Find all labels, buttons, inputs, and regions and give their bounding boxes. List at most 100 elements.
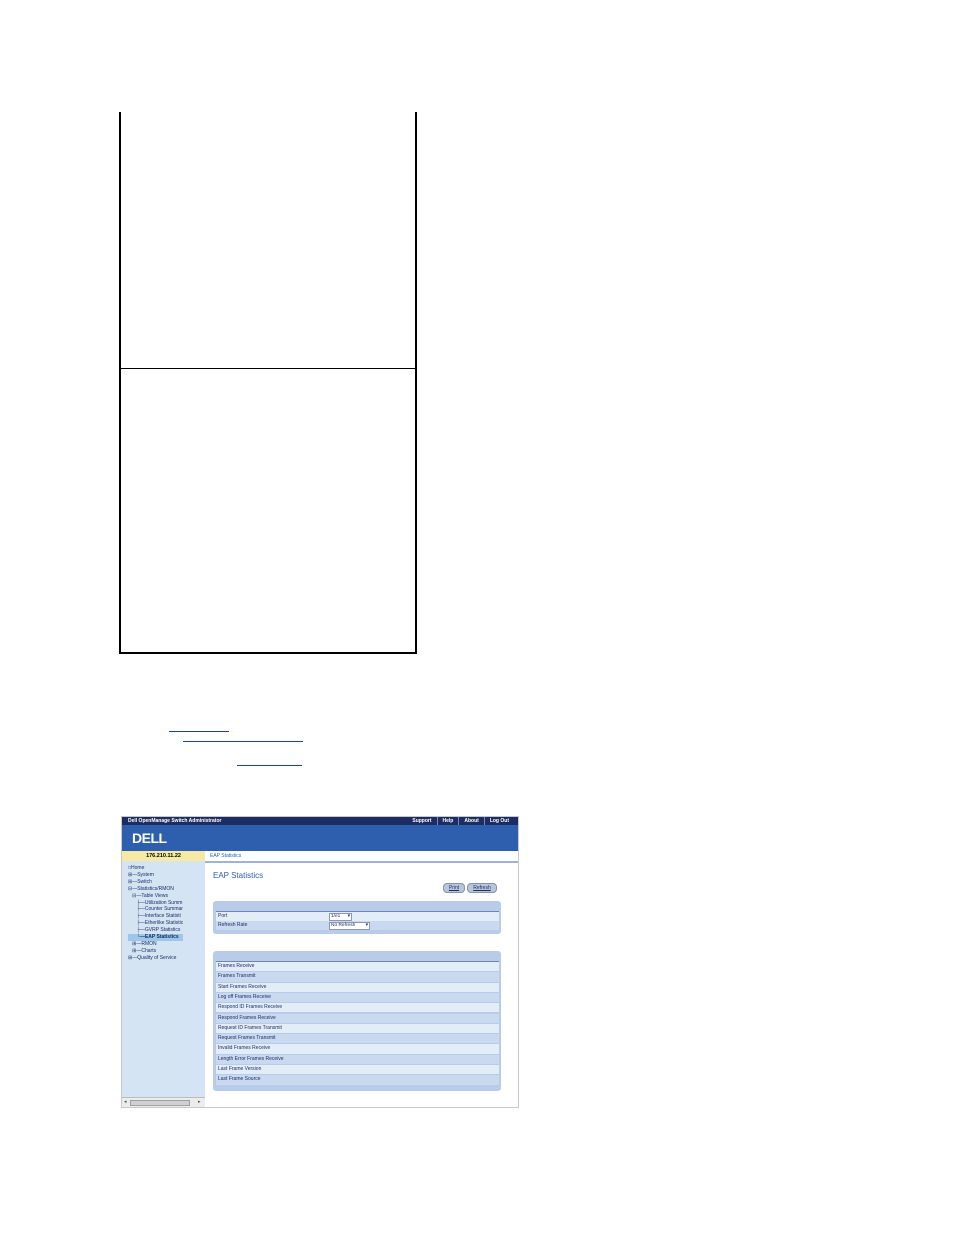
breadcrumb-label[interactable]: EAP Statistics	[210, 853, 241, 859]
print-button[interactable]: Print	[443, 883, 465, 893]
table-right-border	[415, 112, 417, 654]
scroll-right-icon[interactable]: ▸	[198, 1099, 201, 1105]
brand-banner: DELL	[122, 825, 518, 851]
tree-connector: ├—	[128, 920, 145, 927]
nav-logout[interactable]: Log Out	[483, 817, 514, 825]
tree-connector: ⊞—	[128, 947, 142, 954]
stat-label: Respond ID Frames Receive	[218, 1004, 283, 1011]
tree-connector: ⊞—	[128, 871, 138, 878]
main-content: EAP Statistics Print Refresh Port 1/e1 ▾…	[205, 863, 518, 1107]
stat-label: Last Frame Source	[218, 1076, 261, 1083]
breadcrumb: EAP Statistics	[205, 851, 518, 863]
table-row: Frames Transmit	[216, 972, 499, 982]
tree-item-label: Home	[131, 865, 145, 871]
dell-logo: DELL	[132, 830, 167, 846]
port-row: Port 1/e1 ▾	[216, 912, 499, 921]
tree-item-label: Charts	[141, 947, 157, 954]
stat-label: Invalid Frames Receive	[218, 1045, 271, 1052]
table-row: Request ID Frames Transmit	[216, 1023, 499, 1034]
app-title: Dell OpenManage Switch Administrator	[128, 818, 222, 824]
table-row: Invalid Frames Receive	[216, 1044, 499, 1054]
refresh-rate-row: Refresh Rate No Refresh ▾	[216, 921, 499, 930]
document-table	[119, 112, 417, 654]
nav-support[interactable]: Support	[407, 817, 436, 825]
port-value: 1/e1	[331, 914, 341, 919]
settings-panel: Port 1/e1 ▾ Refresh Rate No Refresh ▾	[213, 901, 501, 934]
page-title: EAP Statistics	[213, 871, 264, 880]
doc-link-1[interactable]	[169, 731, 229, 732]
tree-item-label: Utilization Summ	[144, 899, 183, 906]
tree-item-label: Interface Statisti	[144, 913, 181, 920]
stat-label: Log off Frames Receive	[218, 993, 271, 1000]
scroll-left-icon[interactable]: ◂	[124, 1099, 127, 1105]
tree-connector: └—	[128, 934, 145, 941]
tree-item[interactable]: └—EAP Statistics	[128, 934, 184, 941]
tree-connector: ⊟—	[128, 892, 142, 899]
refresh-button[interactable]: Refresh	[467, 883, 497, 893]
table-row: Length Error Frames Receive	[216, 1054, 499, 1064]
tree-connector: ⊞—	[128, 940, 142, 947]
chevron-down-icon: ▾	[365, 923, 368, 928]
top-bar: Dell OpenManage Switch Administrator Sup…	[122, 817, 518, 825]
table-row: Start Frames Receive	[216, 982, 499, 992]
doc-link-2[interactable]	[183, 741, 303, 742]
tree-item[interactable]: ⊞—Switch	[128, 879, 183, 886]
stat-label: Frames Receive	[218, 963, 255, 969]
tree-item-label: Table Views	[141, 892, 168, 899]
tree-item[interactable]: ⊞—Charts	[128, 948, 183, 955]
tree-item-label: EAP Statistics	[144, 934, 179, 941]
table-row: Frames Receive	[216, 962, 499, 972]
nav-help[interactable]: Help	[436, 817, 459, 825]
doc-link-3[interactable]	[237, 765, 302, 766]
navigation-tree: □Home ⊞—System ⊞—Switch ⊟—Statistics/RMON ⊟…	[122, 861, 205, 1097]
port-label: Port	[218, 913, 228, 919]
table-row: Last Frame Source	[216, 1075, 499, 1085]
top-nav: Support Help About Log Out	[407, 817, 514, 825]
scroll-thumb[interactable]	[130, 1100, 190, 1106]
stat-label: Last Frame Version	[218, 1066, 262, 1072]
stat-label: Request Frames Transmit	[218, 1035, 276, 1042]
stat-label: Request ID Frames Transmit	[218, 1024, 282, 1031]
tree-connector: ⊟—	[128, 885, 138, 892]
tree-item[interactable]: ⊞—Quality of Service	[128, 955, 183, 962]
port-select[interactable]: 1/e1 ▾	[329, 913, 352, 921]
stat-label: Frames Transmit	[218, 973, 256, 980]
tree-item-label: GVRP Statistics	[144, 927, 181, 934]
table-left-border	[119, 112, 121, 654]
nav-about[interactable]: About	[458, 817, 483, 825]
stat-label: Start Frames Receive	[218, 983, 267, 990]
tree-connector: ├—	[128, 899, 145, 906]
tree-item-label: Statistics/RMON	[137, 885, 174, 892]
tree-item-label: Switch	[137, 878, 152, 885]
tree-item[interactable]: ⊞—RMON	[128, 941, 183, 948]
refresh-rate-value: No Refresh	[331, 923, 356, 928]
stat-label: Length Error Frames Receive	[218, 1055, 284, 1062]
table-row: Log off Frames Receive	[216, 992, 499, 1003]
tree-item[interactable]: ⊟—Table Views	[128, 893, 183, 900]
tree-item-label: System	[137, 871, 154, 878]
tree-item-label: Quality of Service	[137, 954, 177, 961]
tree-connector: ⊞—	[128, 878, 138, 885]
sidebar-scrollbar[interactable]: ◂ ▸	[122, 1097, 205, 1107]
tree-item-label: Etherlike Statistic	[144, 920, 184, 927]
table-row: Respond ID Frames Receive	[216, 1003, 499, 1013]
chevron-down-icon: ▾	[347, 914, 350, 919]
statistics-panel: Frames Receive Frames Transmit Start Frame…	[213, 951, 501, 1091]
refresh-rate-label: Refresh Rate	[218, 922, 248, 928]
device-ip: 176.210.11.22	[122, 851, 205, 861]
stat-label: Respond Frames Receive	[218, 1014, 276, 1021]
tree-item-label: Counter Summar	[144, 906, 183, 913]
tree-connector: ├—	[128, 927, 145, 934]
tree-item[interactable]: □Home	[128, 865, 183, 872]
table-bottom-border	[119, 652, 417, 654]
tree-connector: ⊞—	[128, 954, 138, 961]
tree-item[interactable]: ⊞—System	[128, 872, 183, 879]
tree-item-label: RMON	[141, 940, 157, 947]
table-row: Respond Frames Receive	[216, 1013, 499, 1023]
tree-connector: ├—	[128, 906, 145, 913]
table-row: Request Frames Transmit	[216, 1034, 499, 1044]
tree-item[interactable]: ⊟—Statistics/RMON	[128, 886, 183, 893]
refresh-rate-select[interactable]: No Refresh ▾	[329, 922, 370, 930]
tree-connector: ├—	[128, 913, 145, 920]
tree-items: □Home ⊞—System ⊞—Switch ⊟—Statistics/RMON ⊟…	[128, 865, 184, 962]
